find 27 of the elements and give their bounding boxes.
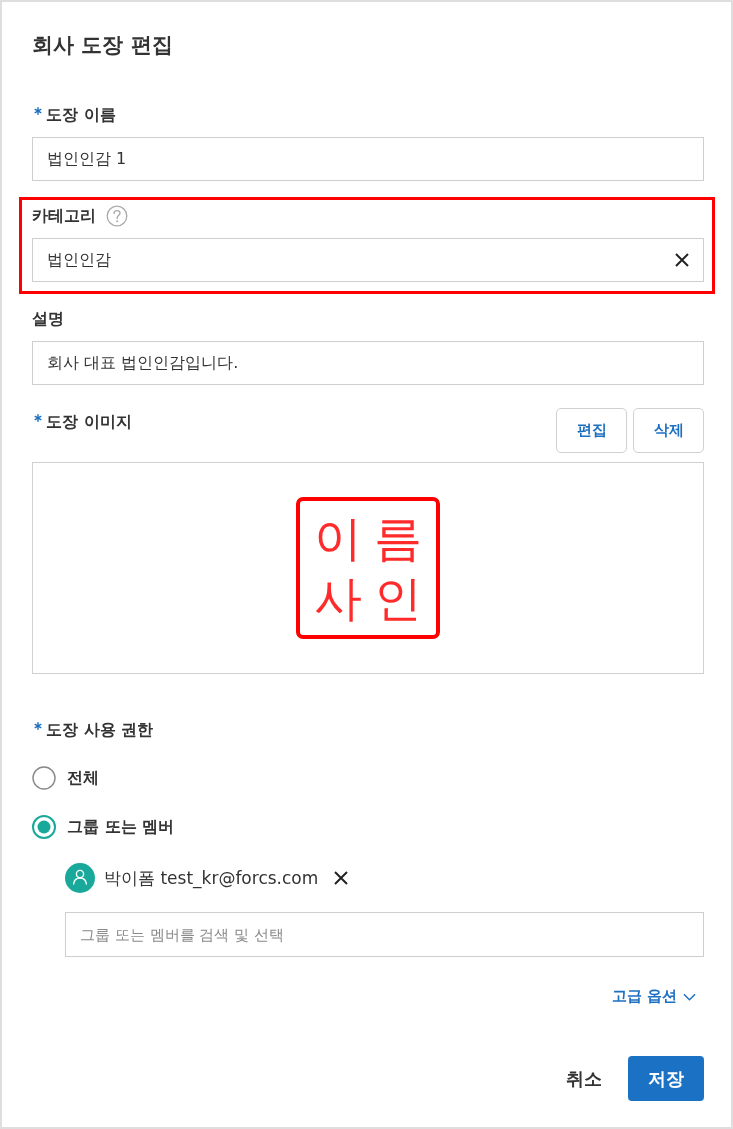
- field-label: 설명: [32, 308, 64, 330]
- cancel-button[interactable]: 취소: [566, 1066, 602, 1091]
- text-field[interactable]: 법인인감 1: [32, 137, 704, 181]
- stamp-action-button[interactable]: 삭제: [633, 408, 704, 453]
- radio-button[interactable]: [32, 766, 56, 790]
- field-label: 도장 사용 권한: [46, 719, 154, 741]
- help-icon[interactable]: [106, 205, 128, 227]
- avatar-icon: [65, 863, 95, 893]
- field-label: 도장 이미지: [46, 411, 132, 433]
- text-field[interactable]: 회사 대표 법인인감입니다.: [32, 341, 704, 385]
- stamp-text: 이름: [313, 509, 434, 568]
- radio-label[interactable]: 그룹 또는 멤버: [67, 816, 175, 838]
- chevron-down-icon: [683, 992, 696, 1001]
- radio-label[interactable]: 전체: [67, 767, 99, 789]
- field-label: 도장 이름: [46, 104, 116, 126]
- select-field[interactable]: 법인인감: [32, 238, 704, 282]
- close-icon[interactable]: [334, 871, 349, 885]
- save-button[interactable]: 저장: [628, 1056, 704, 1101]
- stamp-text: 사인: [313, 569, 434, 628]
- member-label: 박이폼 test_kr@forcs.com: [104, 866, 319, 890]
- radio-button[interactable]: [32, 815, 56, 839]
- search-field[interactable]: 그룹 또는 멤버를 검색 및 선택: [65, 912, 704, 957]
- close-icon[interactable]: [675, 253, 689, 267]
- advanced-options-toggle[interactable]: 고급 옵션: [611, 987, 704, 1006]
- dialog-title: 회사 도장 편집: [32, 32, 174, 59]
- stamp-action-button[interactable]: 편집: [556, 408, 627, 453]
- field-label: 카테고리: [32, 205, 96, 227]
